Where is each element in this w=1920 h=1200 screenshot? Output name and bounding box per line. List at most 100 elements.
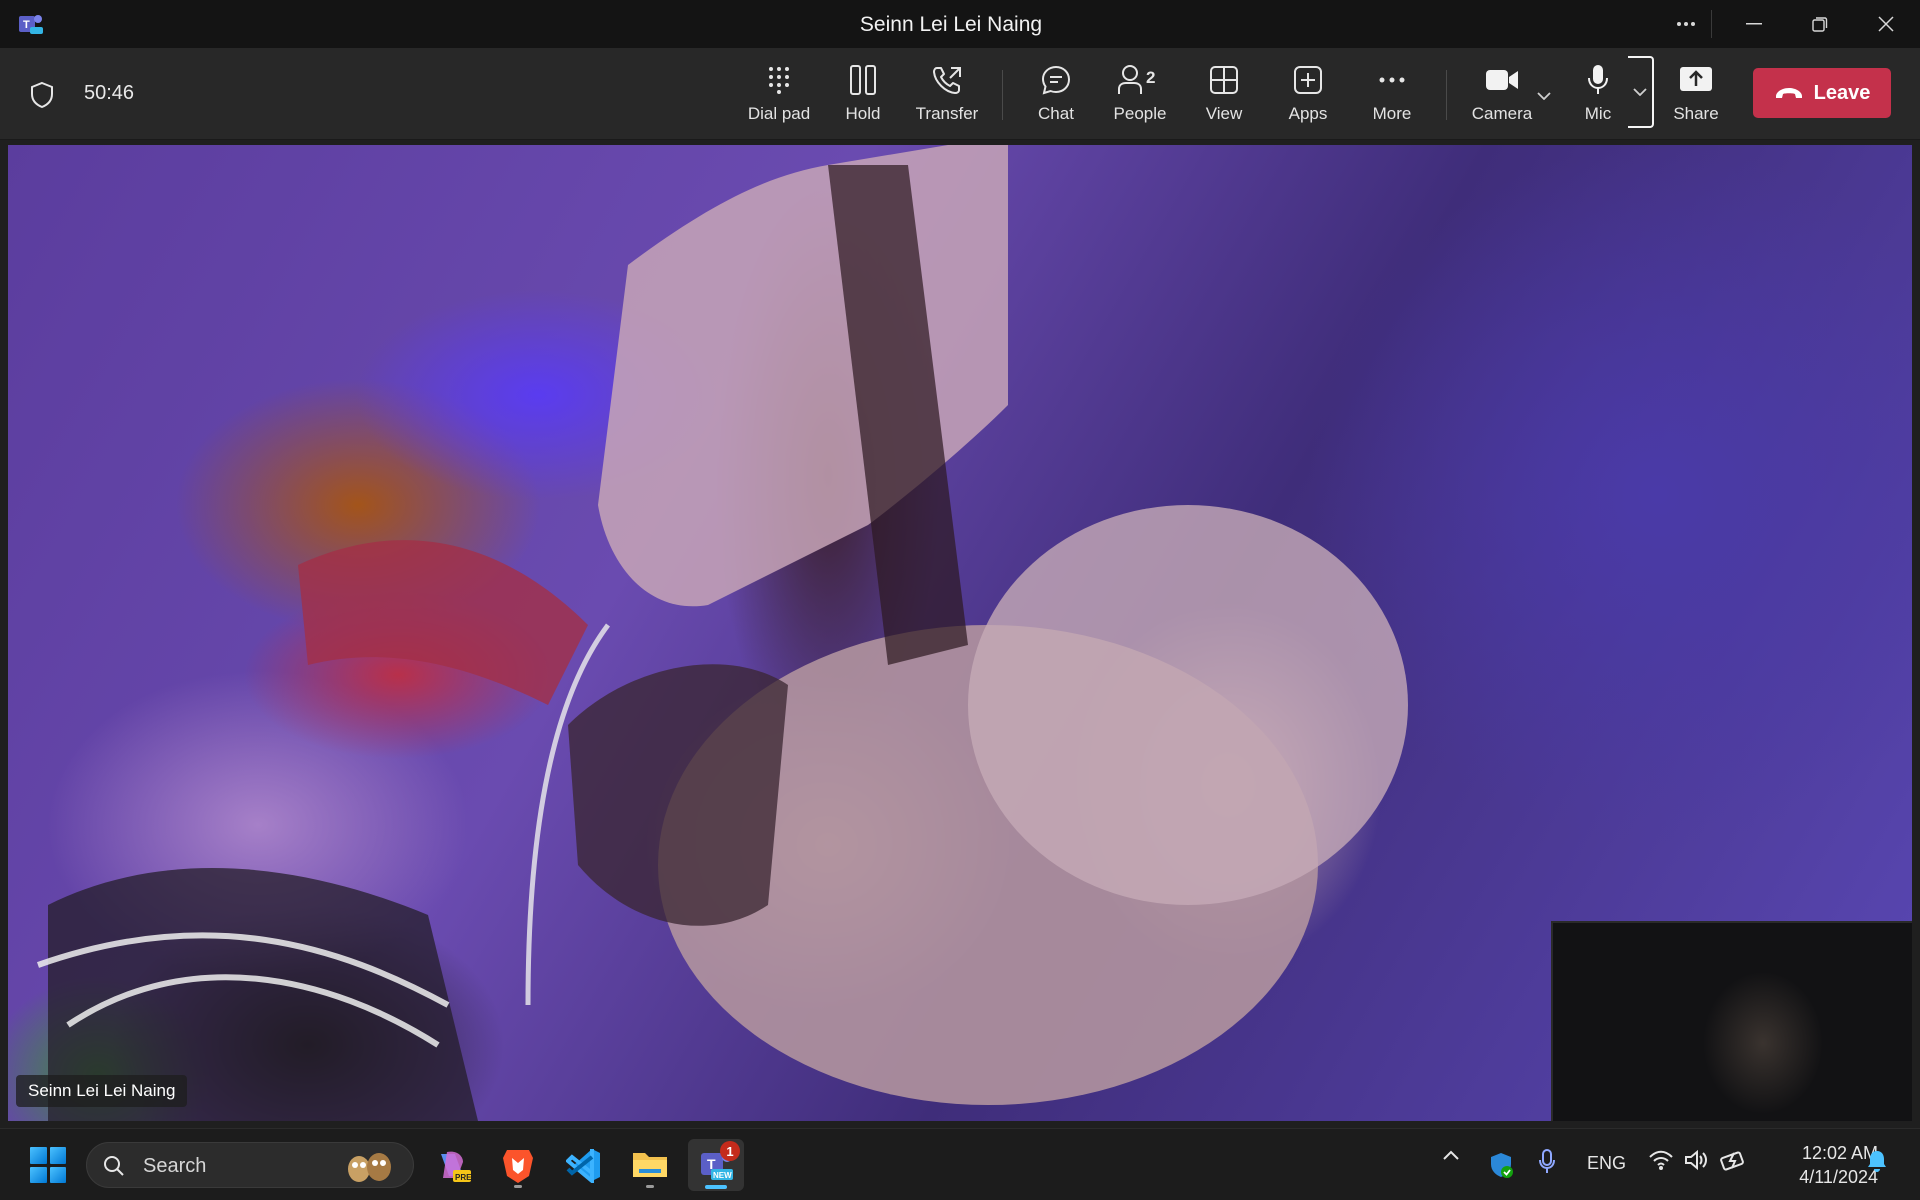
- close-button[interactable]: [1854, 0, 1918, 48]
- speaker-icon: [1685, 1149, 1707, 1171]
- call-transfer-icon: [933, 67, 961, 94]
- microphone-tray-button[interactable]: [1538, 1149, 1556, 1175]
- minimize-icon: [1746, 23, 1762, 25]
- add-app-icon: [1294, 66, 1322, 94]
- taskbar-app-brave[interactable]: [490, 1139, 546, 1191]
- leave-label: Leave: [1813, 81, 1871, 104]
- view-button[interactable]: View: [1184, 58, 1264, 130]
- more-icon: [1677, 22, 1695, 26]
- running-indicator: [514, 1185, 522, 1188]
- call-timer: 50:46: [84, 82, 135, 104]
- bell-icon: [1868, 1151, 1886, 1172]
- share-button[interactable]: Share: [1656, 58, 1736, 130]
- more-label: More: [1372, 104, 1412, 123]
- window-title: Seinn Lei Lei Naing: [859, 13, 1043, 36]
- taskbar-app-copilot[interactable]: PRE: [424, 1139, 480, 1191]
- brave-icon: [503, 1150, 533, 1183]
- vscode-icon: [566, 1149, 600, 1183]
- minimize-button[interactable]: [1722, 0, 1786, 48]
- windows-logo-tile: [49, 1166, 66, 1183]
- notifications-button[interactable]: [1866, 1149, 1888, 1173]
- windows-taskbar: Search PRE TNEW 1 ENG 12:02 AM 4/11/202: [0, 1128, 1920, 1200]
- transfer-label: Transfer: [915, 104, 979, 123]
- clock-time: 12:02 AM: [1801, 1143, 1878, 1163]
- search-highlight-owls-icon: [348, 1153, 391, 1182]
- chat-button[interactable]: Chat: [1016, 58, 1096, 130]
- wifi-icon: [1649, 1150, 1673, 1170]
- title-bar: T Seinn Lei Lei Naing: [0, 0, 1920, 48]
- people-icon: [1118, 65, 1142, 94]
- people-button[interactable]: 2 People: [1100, 58, 1180, 130]
- network-tray-button[interactable]: [1648, 1149, 1674, 1171]
- chevron-up-icon: [1443, 1150, 1459, 1160]
- defender-shield-icon: [1491, 1153, 1513, 1178]
- show-hidden-icons-button[interactable]: [1442, 1149, 1460, 1161]
- active-indicator: [705, 1185, 727, 1189]
- toolbar-separator: [1002, 70, 1003, 120]
- taskbar-search[interactable]: Search: [86, 1142, 414, 1188]
- battery-charging-icon: [1720, 1151, 1744, 1171]
- transfer-button[interactable]: Transfer: [907, 58, 987, 130]
- search-placeholder: Search: [143, 1155, 207, 1177]
- copilot-icon: PRE: [441, 1151, 471, 1182]
- participant-name-tag: Seinn Lei Lei Naing: [16, 1075, 188, 1107]
- chevron-down-icon: [1633, 88, 1647, 96]
- taskbar-app-file-explorer[interactable]: [622, 1139, 678, 1191]
- view-label: View: [1205, 104, 1243, 123]
- more-icon: [1379, 77, 1405, 83]
- dialpad-icon: [769, 67, 789, 94]
- start-button[interactable]: [30, 1147, 66, 1183]
- restore-button[interactable]: [1788, 0, 1852, 48]
- video-camera-icon: [1486, 70, 1518, 90]
- clock-date: 4/11/2024: [1799, 1167, 1878, 1187]
- windows-logo-tile: [30, 1166, 47, 1183]
- camera-options-button[interactable]: [1532, 76, 1556, 116]
- input-language[interactable]: ENG: [1587, 1153, 1626, 1174]
- search-icon: [104, 1156, 124, 1176]
- mic-button[interactable]: Mic: [1558, 58, 1638, 130]
- microphone-icon: [1588, 65, 1608, 94]
- share-label: Share: [1673, 104, 1719, 123]
- apps-button[interactable]: Apps: [1268, 58, 1348, 130]
- chat-icon: [1041, 65, 1071, 95]
- battery-tray-button[interactable]: [1720, 1149, 1748, 1171]
- running-indicator: [646, 1185, 654, 1188]
- dialpad-button[interactable]: Dial pad: [739, 58, 819, 130]
- microphone-icon: [1539, 1149, 1555, 1173]
- more-options-button[interactable]: [1654, 0, 1718, 48]
- volume-tray-button[interactable]: [1684, 1149, 1708, 1171]
- title-separator: [1711, 10, 1712, 38]
- self-view-video: [1551, 921, 1912, 1121]
- more-actions-button[interactable]: More: [1352, 58, 1432, 130]
- people-count: 2: [1146, 68, 1156, 87]
- svg-text:PRE: PRE: [455, 1173, 471, 1182]
- camera-button[interactable]: Camera: [1462, 58, 1542, 130]
- windows-logo-tile: [49, 1147, 66, 1164]
- hold-button[interactable]: Hold: [823, 58, 903, 130]
- notification-badge: 1: [720, 1141, 740, 1161]
- people-label: People: [1113, 104, 1167, 123]
- restore-icon: [1812, 17, 1828, 32]
- mic-options-button[interactable]: [1628, 56, 1654, 128]
- shield-icon[interactable]: [29, 81, 55, 109]
- close-icon: [1878, 16, 1894, 32]
- hang-up-icon: [1775, 88, 1802, 98]
- taskbar-app-teams[interactable]: T NEW 1: [688, 1139, 744, 1191]
- svg-text:NEW: NEW: [713, 1171, 732, 1180]
- clock[interactable]: 12:02 AM 4/11/2024: [1768, 1141, 1878, 1189]
- camera-label: Camera: [1471, 104, 1533, 123]
- toolbar-separator: [1446, 70, 1447, 120]
- chat-label: Chat: [1038, 104, 1074, 123]
- security-tray-button[interactable]: [1488, 1151, 1514, 1179]
- windows-logo-tile: [30, 1147, 47, 1164]
- apps-label: Apps: [1288, 104, 1328, 123]
- pause-icon: [850, 65, 876, 95]
- share-screen-icon: [1680, 67, 1712, 91]
- taskbar-app-vscode[interactable]: [556, 1139, 612, 1191]
- grid-view-icon: [1210, 66, 1238, 94]
- file-explorer-icon: [633, 1153, 667, 1177]
- leave-button[interactable]: Leave: [1753, 68, 1891, 118]
- chevron-down-icon: [1537, 92, 1551, 100]
- dialpad-label: Dial pad: [747, 104, 811, 123]
- mic-label: Mic: [1584, 104, 1612, 123]
